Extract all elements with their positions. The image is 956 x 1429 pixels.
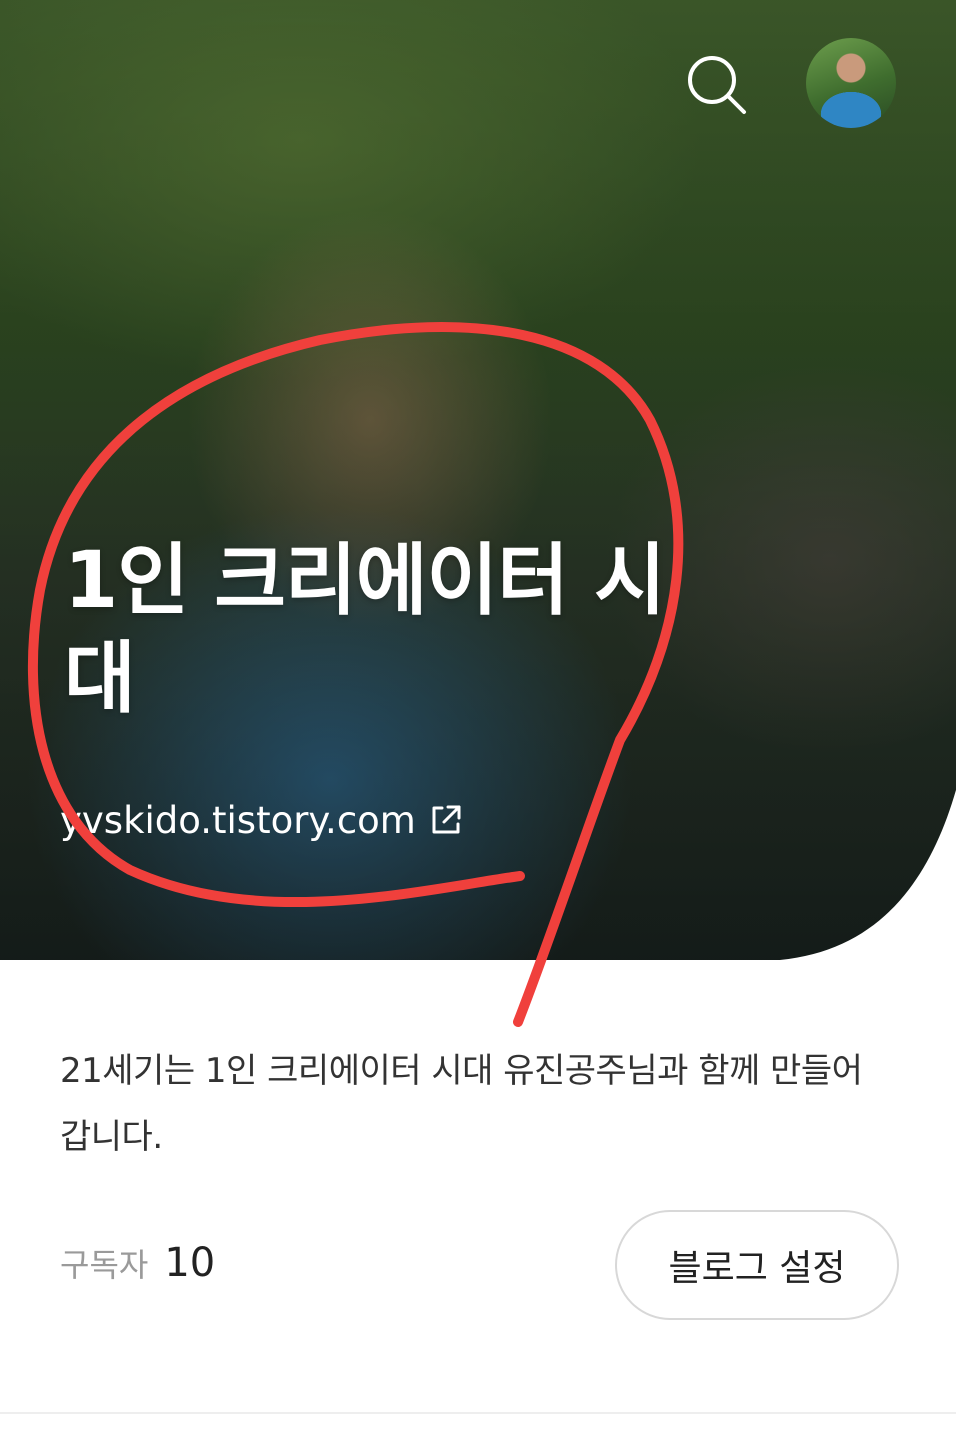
subscribers-number: 10 xyxy=(164,1240,216,1286)
blog-description: 21세기는 1인 크리에이터 시대 유진공주님과 함께 만들어 갑니다. xyxy=(60,1051,863,1157)
section-divider xyxy=(0,1412,956,1414)
blog-url-text[interactable]: yvskido.tistory.com xyxy=(60,799,416,842)
external-link-icon[interactable] xyxy=(428,802,464,838)
search-icon[interactable] xyxy=(684,52,748,116)
blog-title[interactable]: 1인 크리에이터 시대 xyxy=(64,532,704,728)
blog-url-link[interactable]: yvskido.tistory.com xyxy=(60,794,464,846)
blog-cover-image: 1인 크리에이터 시대 yvskido.tistory.com xyxy=(0,0,956,960)
subscribers-label: 구독자 xyxy=(60,1246,149,1284)
subscriber-count[interactable]: 구독자 10 xyxy=(60,1240,215,1294)
blog-settings-button[interactable]: 블로그 설정 xyxy=(615,1210,899,1320)
profile-avatar[interactable] xyxy=(806,38,896,128)
